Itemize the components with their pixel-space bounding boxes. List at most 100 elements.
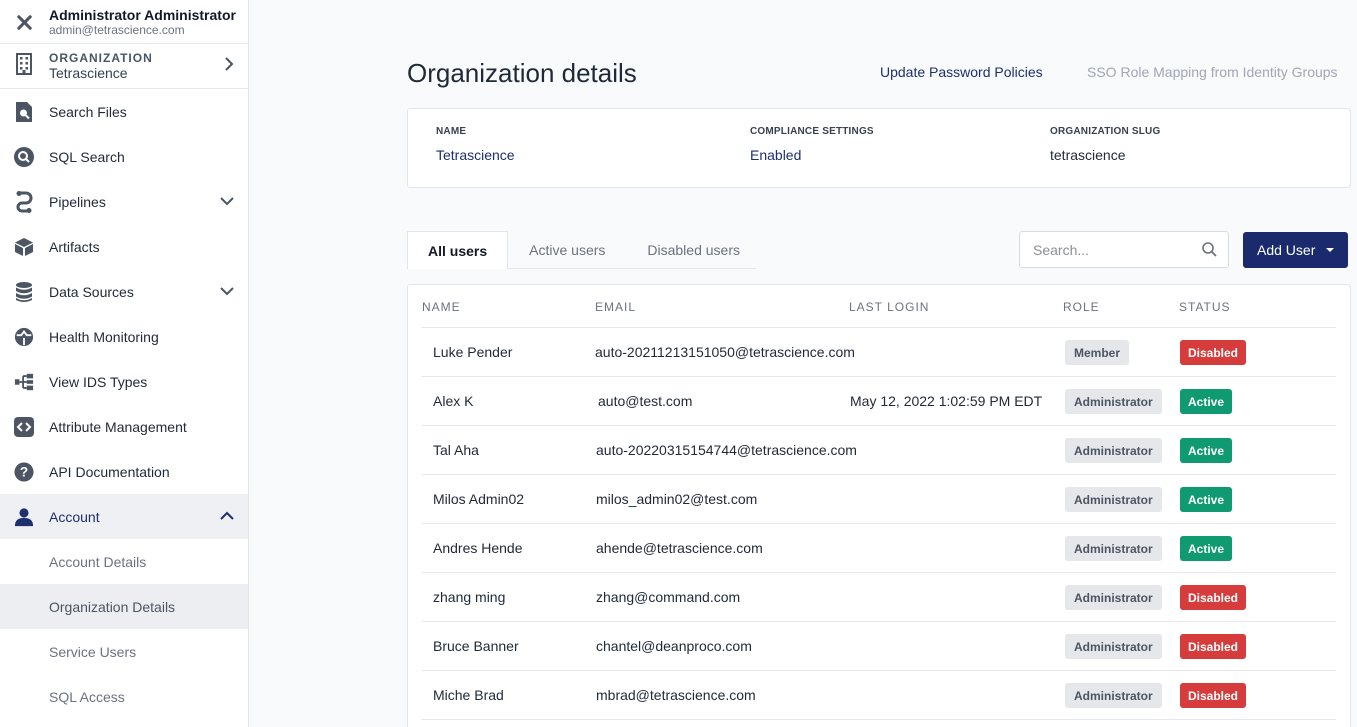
sidebar-item-api-documentation[interactable]: ? API Documentation xyxy=(0,449,248,494)
sidebar-item-health-monitoring[interactable]: Health Monitoring xyxy=(0,314,248,359)
user-email-cell: auto-20220315154744@tetrascience.com xyxy=(596,442,857,458)
tab-all-users[interactable]: All users xyxy=(407,231,509,269)
users-table: NAME EMAIL LAST LOGIN ROLE STATUS Luke P… xyxy=(407,284,1351,727)
sidebar-item-label: Pipelines xyxy=(49,193,106,210)
user-email-cell: auto-20211213151050@tetrascience.com xyxy=(595,344,855,360)
sso-role-mapping-link[interactable]: SSO Role Mapping from Identity Groups xyxy=(1087,64,1338,80)
column-header-last-login[interactable]: LAST LOGIN xyxy=(849,300,929,314)
user-email: admin@tetrascience.com xyxy=(49,22,185,37)
sidebar-item-label: Account xyxy=(49,508,100,525)
status-badge: Disabled xyxy=(1180,634,1247,659)
user-name-cell: Andres Hende xyxy=(433,540,523,556)
sidebar-subitem-service-users[interactable]: Service Users xyxy=(0,629,248,674)
status-badge: Disabled xyxy=(1180,340,1247,365)
user-name-cell: zhang ming xyxy=(433,589,506,605)
sidebar-subitem-organization-details[interactable]: Organization Details xyxy=(0,584,248,629)
user-name-cell: Miche Brad xyxy=(433,687,504,703)
user-email-cell: zhang@command.com xyxy=(596,589,741,605)
user-name: Administrator Administrator xyxy=(49,6,236,23)
add-user-label: Add User xyxy=(1257,242,1316,258)
database-icon xyxy=(14,281,34,302)
user-name-cell: Alex K xyxy=(433,393,474,409)
sidebar-subitem-sql-access[interactable]: SQL Access xyxy=(0,674,248,719)
compliance-value: Enabled xyxy=(750,147,802,163)
role-badge: Member xyxy=(1065,340,1130,365)
sidebar-item-view-ids-types[interactable]: View IDS Types xyxy=(0,359,248,404)
health-icon xyxy=(14,327,34,347)
search-icon[interactable] xyxy=(1202,242,1217,262)
sidebar-subitem-account-details[interactable]: Account Details xyxy=(0,539,248,584)
sidebar-item-label: API Documentation xyxy=(49,463,170,480)
role-badge: Administrator xyxy=(1065,536,1162,561)
tab-disabled-users[interactable]: Disabled users xyxy=(605,231,740,269)
sidebar-item-attribute-management[interactable]: Attribute Management xyxy=(0,404,248,449)
organization-label: ORGANIZATION xyxy=(49,51,153,65)
table-row[interactable]: Tal Aha auto-20220315154744@tetrascience.… xyxy=(422,426,1336,475)
role-badge: Administrator xyxy=(1065,389,1162,414)
last-login-cell: May 12, 2022 1:02:59 PM EDT xyxy=(850,393,1043,409)
table-row[interactable]: Luke Pender auto-20211213151050@tetrascie… xyxy=(422,328,1336,377)
organization-name: Tetrascience xyxy=(49,65,128,81)
sidebar-item-label: Data Sources xyxy=(49,283,134,300)
file-search-icon xyxy=(14,101,34,122)
org-slug-field: ORGANIZATION SLUG tetrascience xyxy=(1050,126,1160,163)
table-row[interactable]: Miche Brad mbrad@tetrascience.com Administ… xyxy=(422,671,1336,720)
column-header-role[interactable]: ROLE xyxy=(1063,300,1100,314)
code-icon xyxy=(14,416,34,437)
tab-active-users[interactable]: Active users xyxy=(508,231,605,269)
table-row[interactable]: Alex K auto@test.com May 12, 2022 1:02:59 … xyxy=(422,377,1336,426)
status-badge: Active xyxy=(1180,389,1233,414)
sidebar-item-label: Attribute Management xyxy=(49,418,187,435)
organization-switcher[interactable]: ORGANIZATION Tetrascience xyxy=(0,44,248,89)
page-title: Organization details xyxy=(407,58,637,88)
sidebar-item-label: SQL Search xyxy=(49,148,125,165)
sidebar-item-data-sources[interactable]: Data Sources xyxy=(0,269,248,314)
column-header-name[interactable]: NAME xyxy=(422,300,461,314)
status-badge: Active xyxy=(1180,487,1233,512)
table-row[interactable]: zhang ming zhang@command.com Administrator… xyxy=(422,573,1336,622)
sidebar-item-label: Search Files xyxy=(49,103,127,120)
user-name-cell: Milos Admin02 xyxy=(433,491,525,507)
org-slug-value: tetrascience xyxy=(1050,147,1126,163)
table-row[interactable]: Milos Admin02 milos_admin02@test.com Admin… xyxy=(422,475,1336,524)
org-name-field: NAME Tetrascience xyxy=(436,126,515,163)
sidebar-item-pipelines[interactable]: Pipelines xyxy=(0,179,248,224)
role-badge: Administrator xyxy=(1065,585,1162,610)
table-header: NAME EMAIL LAST LOGIN ROLE STATUS xyxy=(422,285,1336,328)
user-email-cell: ahende@tetrascience.com xyxy=(596,540,763,556)
role-badge: Administrator xyxy=(1065,683,1162,708)
close-icon[interactable] xyxy=(14,12,34,32)
user-name-cell: Luke Pender xyxy=(433,344,513,360)
caret-down-icon xyxy=(1326,248,1334,252)
role-badge: Administrator xyxy=(1065,487,1162,512)
column-header-status[interactable]: STATUS xyxy=(1179,300,1231,314)
add-user-button[interactable]: Add User xyxy=(1243,232,1348,268)
status-badge: Active xyxy=(1180,536,1233,561)
pipeline-icon xyxy=(14,190,34,213)
sidebar-item-search-files[interactable]: Search Files xyxy=(0,89,248,134)
organization-info: ORGANIZATION Tetrascience xyxy=(49,51,224,81)
user-email-cell: milos_admin02@test.com xyxy=(596,491,758,507)
org-slug-label: ORGANIZATION SLUG xyxy=(1050,126,1161,137)
person-icon xyxy=(14,507,34,527)
user-block: Administrator Administrator admin@tetras… xyxy=(0,0,248,44)
svg-text:?: ? xyxy=(20,464,28,479)
status-badge: Disabled xyxy=(1180,683,1247,708)
org-name-value: Tetrascience xyxy=(436,147,515,163)
column-header-email[interactable]: EMAIL xyxy=(595,300,636,314)
chevron-right-icon xyxy=(224,56,234,76)
role-badge: Administrator xyxy=(1065,634,1162,659)
user-email-cell: auto@test.com xyxy=(598,393,693,409)
sidebar-item-sql-search[interactable]: SQL Search xyxy=(0,134,248,179)
table-row[interactable]: Andres Hende ahende@tetrascience.com Admin… xyxy=(422,524,1336,573)
sidebar: Administrator Administrator admin@tetras… xyxy=(0,0,249,727)
role-badge: Administrator xyxy=(1065,438,1162,463)
sidebar-item-account[interactable]: Account xyxy=(0,494,248,539)
table-row[interactable]: Bruce Banner chantel@deanproco.com Adminis… xyxy=(422,622,1336,671)
search-input[interactable] xyxy=(1020,232,1190,267)
cube-icon xyxy=(14,237,34,257)
update-password-policies-link[interactable]: Update Password Policies xyxy=(880,64,1043,80)
sidebar-item-label: Health Monitoring xyxy=(49,328,159,345)
sidebar-item-artifacts[interactable]: Artifacts xyxy=(0,224,248,269)
user-email-cell: mbrad@tetrascience.com xyxy=(596,687,756,703)
